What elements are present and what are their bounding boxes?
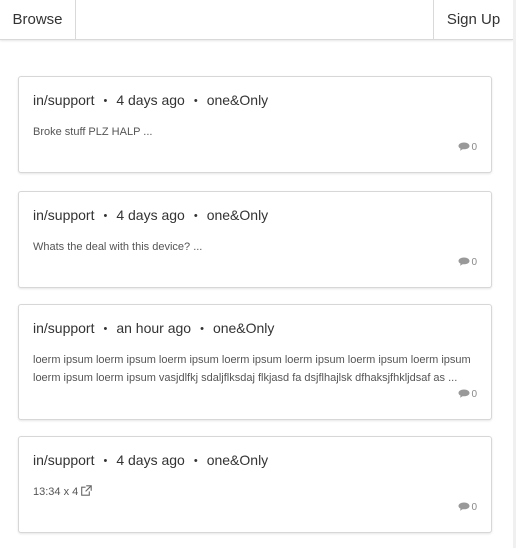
comment-count[interactable]: 0 (458, 389, 477, 400)
meta-separator: • (103, 210, 108, 222)
community-link[interactable]: in/support (33, 452, 94, 468)
community-link[interactable]: in/support (33, 320, 94, 336)
comment-bubble-icon (458, 142, 470, 151)
post-link-text[interactable]: 13:34 x 4 (33, 486, 78, 498)
post-time: an hour ago (116, 320, 192, 336)
comment-count-value: 0 (471, 142, 477, 153)
comment-count-value: 0 (471, 502, 477, 513)
meta-separator: • (193, 455, 198, 467)
author-link[interactable]: one&Only (207, 452, 268, 468)
author-link[interactable]: one&Only (207, 92, 268, 108)
author-link[interactable]: one&Only (207, 207, 268, 223)
meta-separator: • (200, 323, 204, 335)
meta-separator: • (103, 95, 108, 107)
post-preview: 13:34 x 4 (33, 483, 473, 501)
post-time: 4 days ago (116, 207, 185, 223)
browse-button[interactable]: Browse (0, 0, 76, 39)
post-card[interactable]: in/support • an hour ago • one&Only loerm ip… (18, 304, 492, 420)
external-link-icon[interactable] (81, 485, 93, 496)
post-card[interactable]: in/support • 4 days ago • one&Only 13:34 x 4… (18, 436, 492, 533)
post-card[interactable]: in/support • 4 days ago • one&Only Whats the… (18, 191, 492, 288)
community-link[interactable]: in/support (33, 207, 94, 223)
top-navbar: Browse Sign Up (0, 0, 513, 40)
post-meta: in/support • 4 days ago • one&Only (33, 207, 268, 223)
post-preview: Whats the deal with this device? ... (33, 241, 203, 253)
meta-separator: • (193, 95, 198, 107)
meta-separator: • (103, 323, 108, 335)
meta-separator: • (193, 210, 198, 222)
post-meta: in/support • an hour ago • one&Only (33, 320, 274, 336)
post-preview: Broke stuff PLZ HALP ... (33, 126, 153, 138)
comment-count[interactable]: 0 (458, 257, 477, 268)
post-meta: in/support • 4 days ago • one&Only (33, 452, 268, 468)
comment-bubble-icon (458, 389, 470, 398)
sign-up-button[interactable]: Sign Up (433, 0, 513, 39)
post-preview: loerm ipsum loerm ipsum loerm ipsum loer… (33, 354, 471, 384)
post-time: 4 days ago (116, 92, 185, 108)
comment-count[interactable]: 0 (458, 502, 477, 513)
comment-count[interactable]: 0 (458, 142, 477, 153)
comment-count-value: 0 (471, 389, 477, 400)
community-link[interactable]: in/support (33, 92, 94, 108)
post-time: 4 days ago (116, 452, 185, 468)
post-meta: in/support • 4 days ago • one&Only (33, 92, 268, 108)
comment-bubble-icon (458, 257, 470, 266)
meta-separator: • (103, 455, 108, 467)
comment-bubble-icon (458, 502, 470, 511)
comment-count-value: 0 (471, 257, 477, 268)
author-link[interactable]: one&Only (213, 320, 274, 336)
post-card[interactable]: in/support • 4 days ago • one&Only Broke stu… (18, 76, 492, 173)
